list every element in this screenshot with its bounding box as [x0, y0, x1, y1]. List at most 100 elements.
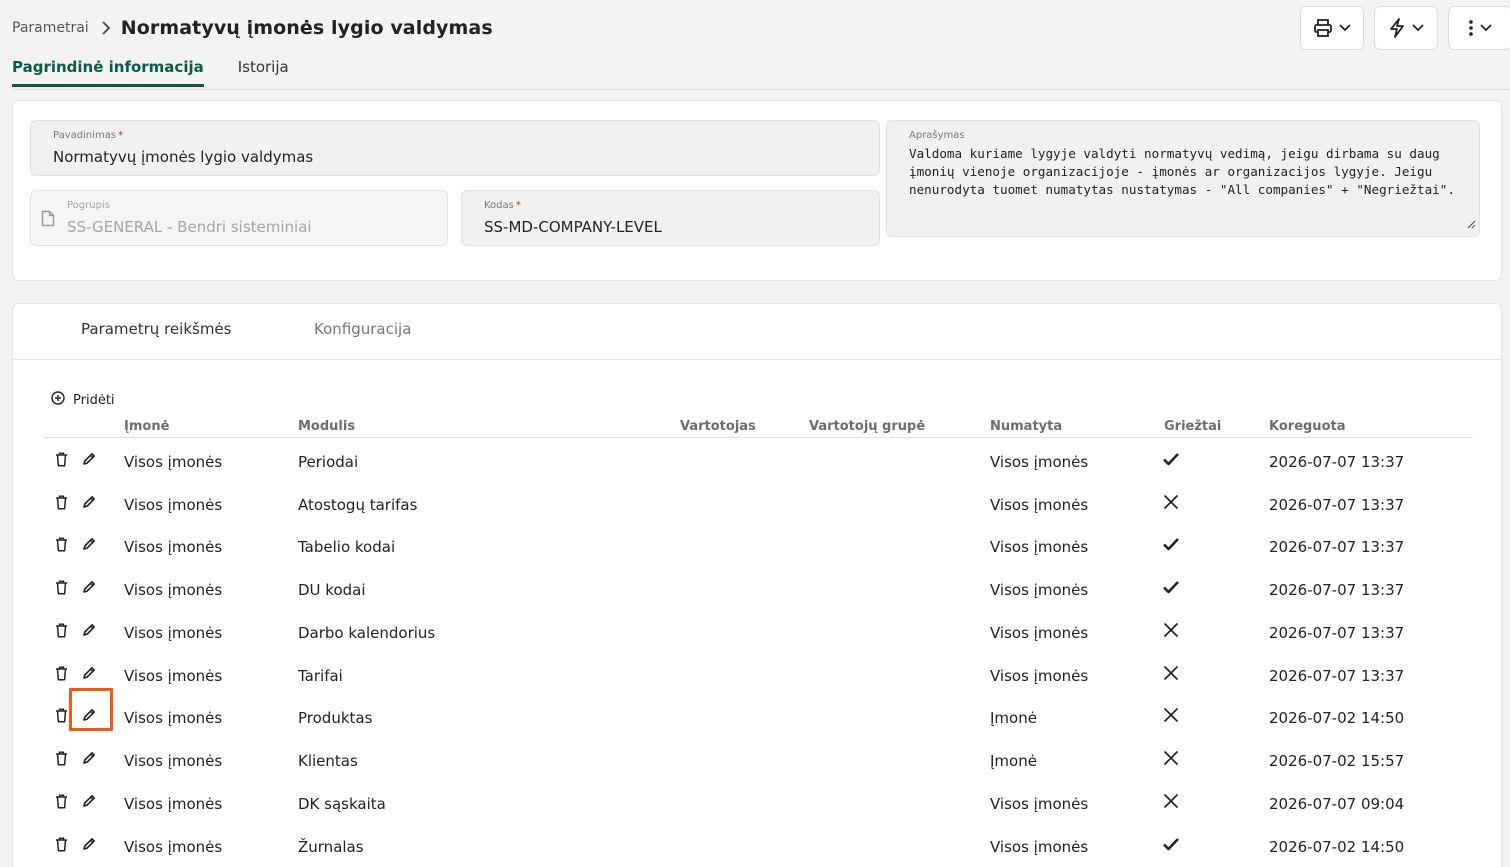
column-header-numatyta[interactable]: Numatyta	[990, 419, 1062, 434]
cell-imone: Visos įmonės	[124, 752, 223, 770]
checkmark-icon	[1162, 836, 1180, 852]
tab-istorija[interactable]: Istorija	[238, 58, 289, 87]
lightning-icon	[1388, 18, 1406, 38]
trash-icon[interactable]	[53, 494, 69, 510]
top-bar: Parametrai Normatyvų įmonės lygio valdym…	[0, 0, 1510, 56]
main-tabs: Pagrindinė informacija Istorija	[12, 58, 289, 87]
column-header-vartotoju-grupe[interactable]: Vartotojų grupė	[809, 419, 925, 434]
table-row[interactable]: Visos įmonės DU kodai Visos įmonės 2026-07-…	[43, 569, 1473, 611]
column-header-vartotojas[interactable]: Vartotojas	[680, 419, 756, 434]
cell-imone: Visos įmonės	[124, 581, 223, 599]
table-row[interactable]: Visos įmonės Atostogų tarifas Visos įmonės…	[43, 484, 1473, 526]
trash-icon[interactable]	[53, 707, 69, 723]
page-title: Normatyvų įmonės lygio valdymas	[120, 17, 493, 39]
cell-koreguota: 2026-07-02 14:50	[1269, 709, 1405, 727]
cell-koreguota: 2026-07-07 13:37	[1269, 624, 1405, 642]
x-icon	[1162, 665, 1180, 681]
trash-icon[interactable]	[53, 793, 69, 809]
trash-icon[interactable]	[53, 451, 69, 467]
actions-button[interactable]	[1374, 6, 1438, 50]
pogrupis-label: Pogrupis	[67, 200, 110, 211]
table-row[interactable]: Visos įmonės Darbo kalendorius Visos įmonė…	[43, 612, 1473, 654]
resize-handle-icon[interactable]	[1466, 214, 1476, 233]
edit-pencil-icon[interactable]	[81, 494, 97, 510]
cell-numatyta: Visos įmonės	[990, 538, 1089, 556]
trash-icon[interactable]	[53, 665, 69, 681]
x-icon	[1162, 494, 1180, 510]
edit-pencil-icon[interactable]	[81, 622, 97, 638]
tabs-divider	[12, 89, 1510, 90]
breadcrumb: Parametrai Normatyvų įmonės lygio valdym…	[12, 17, 493, 39]
print-button[interactable]	[1300, 6, 1364, 50]
breadcrumb-parent-link[interactable]: Parametrai	[12, 20, 89, 36]
cell-imone: Visos įmonės	[124, 795, 223, 813]
parameter-values-card: Parametrų reikšmės Konfiguracija Pridėti…	[12, 303, 1502, 867]
cell-koreguota: 2026-07-07 13:37	[1269, 538, 1405, 556]
x-icon	[1162, 793, 1180, 809]
cell-imone: Visos įmonės	[124, 453, 223, 471]
cell-koreguota: 2026-07-07 13:37	[1269, 496, 1405, 514]
cell-modulis: Periodai	[298, 453, 359, 471]
column-header-modulis[interactable]: Modulis	[298, 419, 355, 434]
edit-pencil-icon[interactable]	[81, 836, 97, 852]
edit-pencil-icon[interactable]	[81, 750, 97, 766]
edit-pencil-icon[interactable]	[81, 793, 97, 809]
edit-pencil-icon[interactable]	[81, 451, 97, 467]
cell-imone: Visos įmonės	[124, 838, 223, 856]
pogrupis-value: SS-GENERAL - Bendri sisteminiai	[67, 218, 312, 236]
table-row[interactable]: Visos įmonės Periodai Visos įmonės 2026-07-…	[43, 441, 1473, 483]
cell-numatyta: Visos įmonės	[990, 496, 1089, 514]
table-row[interactable]: Visos įmonės Tabelio kodai Visos įmonės 202…	[43, 526, 1473, 568]
add-button[interactable]: Pridėti	[51, 391, 115, 409]
aprasymas-label: Aprašymas	[909, 130, 965, 141]
column-header-imone[interactable]: Įmonė	[124, 419, 169, 434]
trash-icon[interactable]	[53, 622, 69, 638]
table-row[interactable]: Visos įmonės DK sąskaita Visos įmonės 2026-…	[43, 783, 1473, 825]
tab-konfiguracija[interactable]: Konfiguracija	[314, 320, 411, 338]
tab-parametru-reiksmes[interactable]: Parametrų reikšmės	[81, 320, 231, 338]
more-vertical-icon	[1468, 19, 1474, 37]
kodas-field[interactable]: Kodas * SS-MD-COMPANY-LEVEL	[461, 190, 880, 246]
table-row[interactable]: Visos įmonės Klientas Įmonė 2026-07-02 15:5…	[43, 740, 1473, 782]
cell-imone: Visos įmonės	[124, 624, 223, 642]
more-options-button[interactable]	[1448, 6, 1510, 50]
cell-imone: Visos įmonės	[124, 667, 223, 685]
edit-pencil-icon[interactable]	[81, 536, 97, 552]
edit-pencil-icon[interactable]	[81, 579, 97, 595]
sub-tabs: Parametrų reikšmės Konfiguracija	[13, 304, 1501, 360]
cell-modulis: Produktas	[298, 709, 373, 727]
pavadinimas-field[interactable]: Pavadinimas * Normatyvų įmonės lygio vald…	[30, 120, 880, 176]
trash-icon[interactable]	[53, 750, 69, 766]
trash-icon[interactable]	[53, 579, 69, 595]
printer-icon	[1313, 18, 1333, 38]
trash-icon[interactable]	[53, 536, 69, 552]
trash-icon[interactable]	[53, 836, 69, 852]
cell-modulis: Tabelio kodai	[298, 538, 396, 556]
chevron-down-icon	[1339, 24, 1351, 32]
column-header-koreguota[interactable]: Koreguota	[1269, 419, 1345, 434]
table-row[interactable]: Visos įmonės Produktas Įmonė 2026-07-02 14:…	[43, 688, 1473, 739]
cell-numatyta: Visos įmonės	[990, 624, 1089, 642]
cell-modulis: Tarifai	[298, 667, 343, 685]
cell-koreguota: 2026-07-07 09:04	[1269, 795, 1405, 813]
cell-modulis: Darbo kalendorius	[298, 624, 436, 642]
cell-koreguota: 2026-07-02 14:50	[1269, 838, 1405, 856]
cell-koreguota: 2026-07-07 13:37	[1269, 667, 1405, 685]
required-marker: *	[515, 200, 521, 211]
cell-koreguota: 2026-07-07 13:37	[1269, 581, 1405, 599]
highlight-box	[69, 688, 113, 731]
aprasymas-value: Valdoma kuriame lygyje valdyti normatyvų…	[909, 146, 1455, 197]
edit-pencil-icon[interactable]	[81, 665, 97, 681]
tab-pagrindine-informacija[interactable]: Pagrindinė informacija	[12, 58, 204, 87]
cell-numatyta: Visos įmonės	[990, 667, 1089, 685]
column-header-griezta[interactable]: Griežtai	[1164, 419, 1221, 434]
cell-numatyta: Visos įmonės	[990, 838, 1089, 856]
cell-koreguota: 2026-07-07 13:37	[1269, 453, 1405, 471]
plus-circle-icon	[51, 391, 65, 409]
table-row[interactable]: Visos įmonės Tarifai Visos įmonės 2026-07-0…	[43, 655, 1473, 697]
cell-numatyta: Visos įmonės	[990, 453, 1089, 471]
table-row[interactable]: Visos įmonės Žurnalas Visos įmonės 2026-07-…	[43, 826, 1473, 867]
pavadinimas-value: Normatyvų įmonės lygio valdymas	[53, 148, 314, 166]
cell-numatyta: Visos įmonės	[990, 795, 1089, 813]
aprasymas-textarea[interactable]: Aprašymas Valdoma kuriame lygyje valdyti…	[886, 120, 1480, 237]
